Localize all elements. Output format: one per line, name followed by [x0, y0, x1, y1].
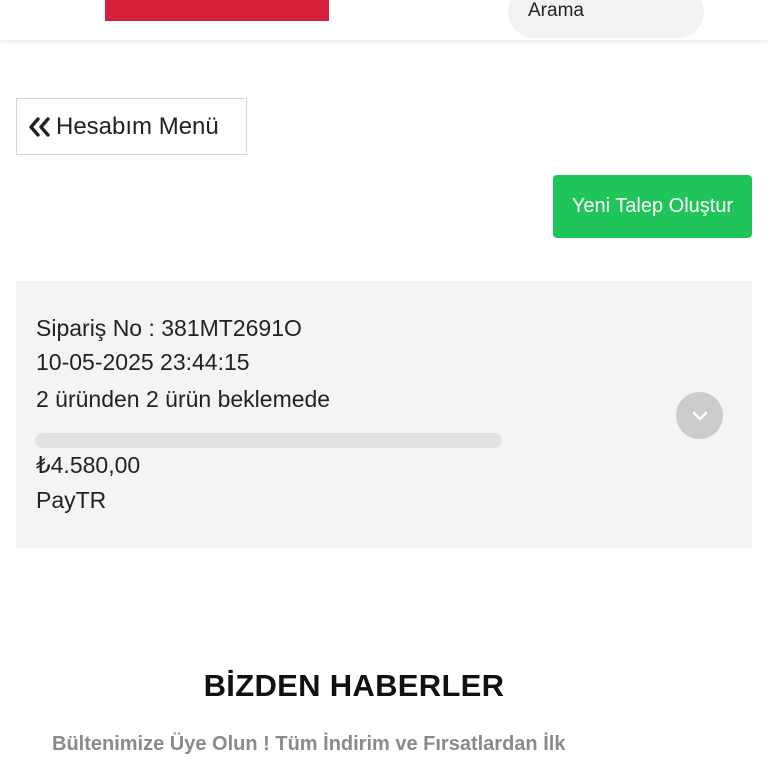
order-list-page: Arama Hesabım Menü Yeni Talep Oluştur Si… — [0, 0, 768, 768]
order-card[interactable]: Sipariş No : 381MT2691O 10-05-2025 23:44… — [16, 281, 752, 548]
order-total: ₺4.580,00 — [36, 452, 141, 478]
account-menu-label: Hesabım Menü — [56, 112, 219, 140]
search-box[interactable]: Arama — [508, 0, 704, 38]
double-chevron-left-icon — [28, 116, 51, 137]
order-status: 2 üründen 2 ürün beklemede — [36, 386, 331, 412]
new-request-button[interactable]: Yeni Talep Oluştur — [553, 175, 752, 238]
newsletter-subtitle: Bültenimize Üye Olun ! Tüm İndirim ve Fı… — [52, 733, 566, 755]
chevron-down-icon — [692, 411, 708, 421]
order-progress-bar — [35, 433, 502, 448]
account-menu-back-button[interactable]: Hesabım Menü — [16, 98, 247, 155]
order-number: Sipariş No : 381MT2691O — [36, 315, 302, 341]
payment-method: PayTR — [36, 487, 107, 513]
order-expand-button[interactable] — [676, 392, 723, 439]
order-datetime: 10-05-2025 23:44:15 — [36, 349, 250, 375]
site-header: Arama — [0, 0, 768, 40]
brand-logo-bar[interactable] — [105, 0, 329, 21]
newsletter-title: BİZDEN HABERLER — [203, 668, 505, 703]
search-label: Arama — [528, 0, 584, 21]
